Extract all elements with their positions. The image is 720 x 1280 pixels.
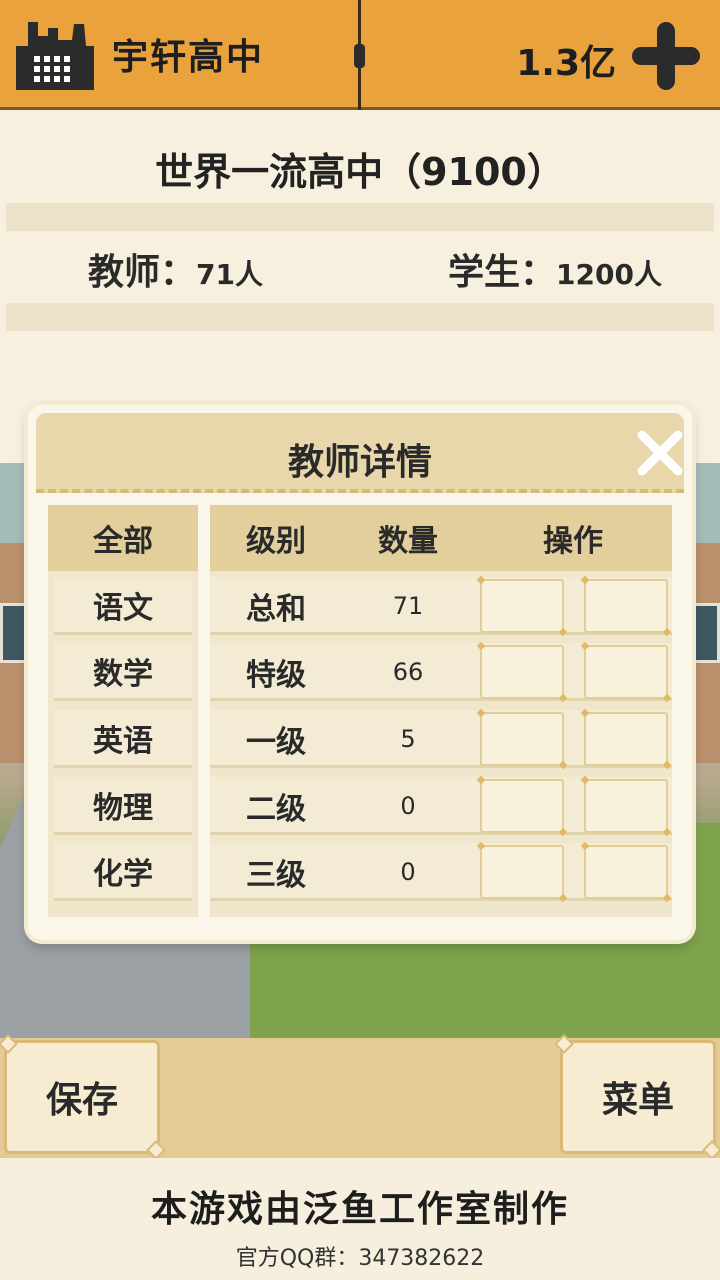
row-level: 二级: [246, 792, 306, 827]
table-row: 二级 0: [210, 777, 672, 835]
action-button[interactable]: [480, 712, 564, 766]
action-button[interactable]: [480, 645, 564, 699]
subject-item-chemistry[interactable]: 化学: [54, 843, 192, 901]
row-count: 71: [392, 592, 424, 620]
table-row: 三级 0: [210, 843, 672, 901]
row-level: 特级: [246, 658, 306, 693]
table-row: 特级 66: [210, 643, 672, 701]
dialog-header: 教师详情: [36, 413, 684, 493]
row-count: 5: [400, 725, 416, 753]
subject-list: 全部 语文 数学 英语 物理 化学: [48, 505, 198, 917]
teacher-level-table: 级别 数量 操作 总和 71 特级 66 一级 5 二级 0 三级 0: [210, 505, 672, 917]
row-count: 0: [400, 792, 416, 820]
teacher-details-dialog: 教师详情 全部 语文 数学 英语 物理 化学 级别 数量 操作 总和 71 特级…: [28, 405, 692, 940]
row-count: 66: [392, 658, 424, 686]
action-button[interactable]: [480, 779, 564, 833]
money-amount: 1.3亿: [516, 43, 616, 84]
save-button[interactable]: 保存: [4, 1040, 160, 1154]
teacher-count: 教师：71人: [88, 243, 263, 295]
school-rank-title: 世界一流高中（9100）: [155, 150, 565, 194]
action-button[interactable]: [584, 845, 668, 899]
plus-icon[interactable]: [628, 18, 704, 94]
qq-group-text: 官方QQ群：347382622: [235, 1246, 485, 1271]
top-bar: 宇轩高中 1.3亿: [0, 0, 720, 110]
menu-button[interactable]: 菜单: [560, 1040, 716, 1154]
row-level: 总和: [246, 592, 306, 627]
row-level: 一级: [246, 725, 306, 760]
action-button[interactable]: [480, 845, 564, 899]
action-button[interactable]: [480, 579, 564, 633]
divider-stripe: [6, 203, 714, 231]
school-name: 宇轩高中: [112, 37, 265, 78]
subject-item-physics[interactable]: 物理: [54, 777, 192, 835]
action-button[interactable]: [584, 645, 668, 699]
teacher-count-label: 教师：: [88, 252, 197, 293]
row-count: 0: [400, 858, 416, 886]
row-level: 三级: [246, 858, 306, 893]
dialog-title: 教师详情: [287, 442, 432, 483]
student-count: 学生：1200人: [448, 243, 662, 295]
divider-stripe: [6, 303, 714, 331]
student-count-value: 1200人: [556, 258, 662, 291]
action-button[interactable]: [584, 579, 668, 633]
close-icon[interactable]: [632, 425, 688, 481]
divider-knob: [354, 44, 365, 68]
column-header-count: 数量: [378, 524, 438, 559]
student-count-label: 学生：: [448, 252, 557, 293]
column-header-action: 操作: [543, 524, 603, 559]
subject-item-math[interactable]: 数学: [54, 643, 192, 701]
studio-credit: 本游戏由泛鱼工作室制作: [150, 1189, 569, 1230]
footer: 本游戏由泛鱼工作室制作 官方QQ群：347382622: [0, 1158, 720, 1280]
table-row: 总和 71: [210, 577, 672, 635]
factory-icon: [16, 22, 94, 90]
subject-item-chinese[interactable]: 语文: [54, 577, 192, 635]
column-header-level: 级别: [246, 524, 306, 559]
table-row: 一级 5: [210, 710, 672, 768]
action-button[interactable]: [584, 779, 668, 833]
subject-item-english[interactable]: 英语: [54, 710, 192, 768]
teacher-count-value: 71人: [196, 258, 263, 291]
subject-all-tab[interactable]: 全部: [48, 505, 198, 571]
action-button[interactable]: [584, 712, 668, 766]
